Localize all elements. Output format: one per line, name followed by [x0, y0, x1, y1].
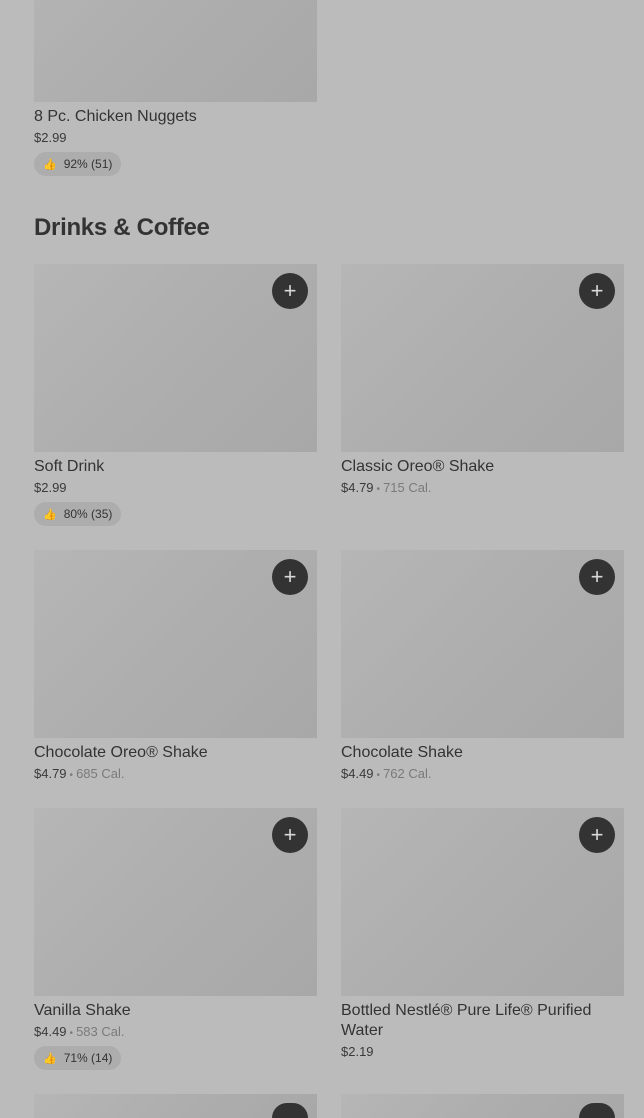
- item-name: Bottled Nestlé® Pure Life® Purified Wate…: [341, 1002, 592, 1039]
- item-price-line: $4.49 • 762 Cal.: [341, 766, 432, 781]
- item-name: 8 Pc. Chicken Nuggets: [34, 108, 197, 125]
- rating-text: 71% (14): [63, 1051, 113, 1065]
- rating-badge: 👍 92% (51): [34, 152, 122, 176]
- rating-badge: 👍 80% (35): [34, 502, 122, 526]
- add-to-cart-button[interactable]: +: [579, 559, 615, 595]
- item-price-line: $4.79 • 715 Cal.: [341, 480, 432, 495]
- item-price: $2.99: [34, 480, 67, 495]
- item-price: $4.49: [34, 1024, 67, 1039]
- item-name: Chocolate Shake: [341, 744, 463, 761]
- item-name: Soft Drink: [34, 458, 105, 475]
- section-title: Drinks & Coffee: [34, 214, 210, 241]
- plus-icon: +: [283, 564, 297, 589]
- add-to-cart-button[interactable]: +: [579, 273, 615, 309]
- rating-text: 92% (51): [63, 157, 113, 171]
- item-name: Classic Oreo® Shake: [341, 458, 495, 475]
- thumbs-up-icon: 👍: [43, 1052, 57, 1065]
- item-price-line: $2.19: [341, 1044, 374, 1060]
- item-price-line: $4.79 • 685 Cal.: [34, 766, 125, 781]
- item-price: $2.99: [34, 130, 67, 145]
- item-name: Vanilla Shake: [34, 1002, 131, 1019]
- item-calories: 715 Cal.: [383, 480, 432, 495]
- item-calories: 762 Cal.: [383, 766, 432, 781]
- plus-icon: +: [590, 822, 604, 847]
- item-calories: 685 Cal.: [76, 766, 125, 781]
- item-price: $4.49: [341, 766, 374, 781]
- plus-icon: +: [283, 822, 297, 847]
- item-calories: 583 Cal.: [76, 1024, 125, 1039]
- plus-icon: +: [590, 564, 604, 589]
- thumbs-up-icon: 👍: [43, 158, 57, 171]
- rating-badge: 👍 71% (14): [34, 1046, 122, 1070]
- add-to-cart-button[interactable]: +: [272, 273, 308, 309]
- plus-icon: +: [283, 278, 297, 303]
- add-to-cart-button[interactable]: +: [579, 817, 615, 853]
- item-price-line: $2.99: [34, 130, 67, 146]
- item-price: $2.19: [341, 1044, 374, 1059]
- plus-icon: +: [590, 278, 604, 303]
- item-price: $4.79: [34, 766, 67, 781]
- item-image: [34, 0, 317, 102]
- item-price-line: $2.99: [34, 480, 67, 496]
- thumbs-up-icon: 👍: [43, 508, 57, 521]
- rating-text: 80% (35): [63, 507, 113, 521]
- add-to-cart-button[interactable]: +: [272, 817, 308, 853]
- item-price: $4.79: [341, 480, 374, 495]
- item-name: Chocolate Oreo® Shake: [34, 744, 208, 761]
- item-price-line: $4.49 • 583 Cal.: [34, 1024, 125, 1039]
- add-to-cart-button[interactable]: +: [272, 559, 308, 595]
